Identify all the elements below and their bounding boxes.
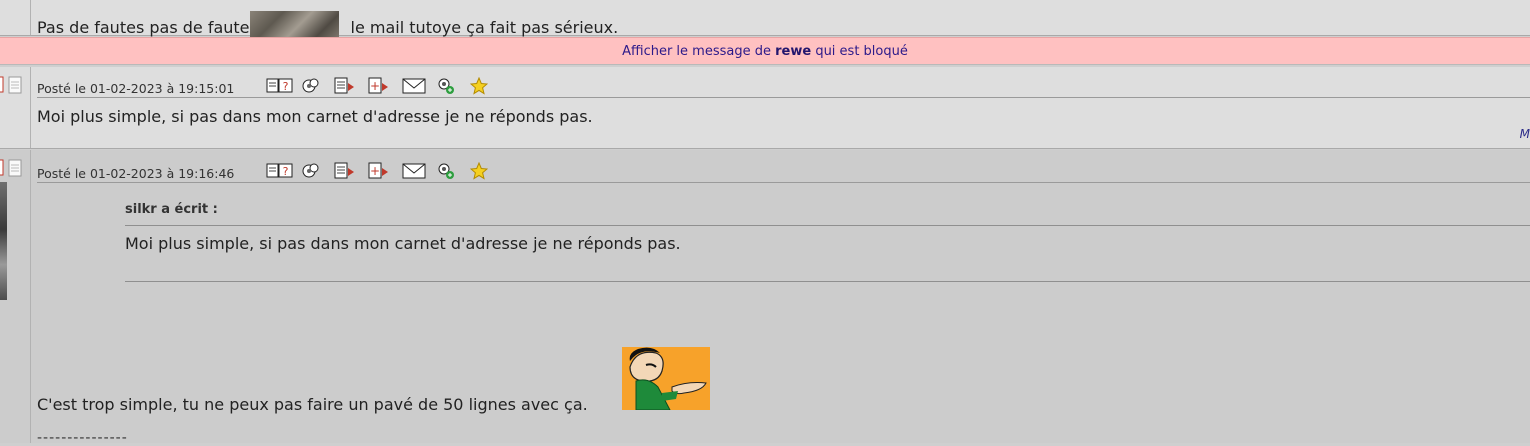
add-icon[interactable]: + xyxy=(368,76,402,96)
alert-icon[interactable] xyxy=(436,161,470,181)
author-column xyxy=(0,0,31,35)
more-link[interactable]: M xyxy=(1520,127,1530,141)
post-header: Posté le 01-02-2023 à 19:16:46 ? + xyxy=(37,152,1530,183)
author-column xyxy=(0,150,31,443)
post-body: Moi plus simple, si pas dans mon carnet … xyxy=(37,107,593,126)
profile-icon[interactable]: ? xyxy=(266,161,300,181)
quote-author: silkr a écrit : xyxy=(125,202,218,217)
svg-text:+: + xyxy=(370,164,380,178)
inline-image xyxy=(249,11,339,37)
favorite-icon[interactable] xyxy=(470,161,504,181)
text-before: Pas de fautes pas de faute xyxy=(37,18,250,37)
post: Posté le 01-02-2023 à 19:16:46 ? + silkr… xyxy=(0,150,1530,446)
profile-icon[interactable]: ? xyxy=(266,76,300,96)
svg-text:?: ? xyxy=(283,80,289,93)
alert-icon[interactable] xyxy=(436,76,470,96)
post: Posté le 01-02-2023 à 19:15:01 ? + Moi p… xyxy=(0,67,1530,149)
avatar[interactable] xyxy=(0,182,7,300)
quote-text: Moi plus simple, si pas dans mon carnet … xyxy=(125,234,681,253)
blocked-suffix: qui est bloqué xyxy=(811,44,908,59)
post-side-icons[interactable] xyxy=(0,158,31,178)
post-side-icons[interactable] xyxy=(0,75,31,95)
favorite-icon[interactable] xyxy=(470,76,504,96)
blocked-message-link[interactable]: Afficher le message de rewe qui est bloq… xyxy=(0,37,1530,65)
quote-divider xyxy=(125,281,1530,282)
post-body: C'est trop simple, tu ne peux pas faire … xyxy=(37,395,588,414)
quote-divider xyxy=(125,225,1530,226)
quote-icon[interactable] xyxy=(300,76,334,96)
smiley-image xyxy=(622,347,710,410)
blocked-user: rewe xyxy=(775,44,812,59)
previous-post-text: Pas de fautes pas de faute le mail tutoye… xyxy=(37,11,618,37)
edit-icon[interactable] xyxy=(334,76,368,96)
blocked-prefix: Afficher le message de xyxy=(622,44,776,59)
signature: --------------- xyxy=(37,430,128,446)
text-after: le mail tutoye ça fait pas sérieux. xyxy=(350,18,619,37)
svg-text:?: ? xyxy=(283,165,289,178)
message-icon[interactable] xyxy=(402,76,436,96)
post-toolbar: ? + xyxy=(266,76,504,96)
post-header: Posté le 01-02-2023 à 19:15:01 ? + xyxy=(37,67,1530,98)
edit-icon[interactable] xyxy=(334,161,368,181)
previous-post: Pas de fautes pas de faute le mail tutoye… xyxy=(0,0,1530,37)
message-icon[interactable] xyxy=(402,161,436,181)
add-icon[interactable]: + xyxy=(368,161,402,181)
quote-icon[interactable] xyxy=(300,161,334,181)
post-date: Posté le 01-02-2023 à 19:16:46 xyxy=(37,166,235,181)
post-date: Posté le 01-02-2023 à 19:15:01 xyxy=(37,81,235,96)
post-toolbar: ? + xyxy=(266,161,504,181)
author-column xyxy=(0,67,31,148)
svg-text:+: + xyxy=(370,79,380,93)
